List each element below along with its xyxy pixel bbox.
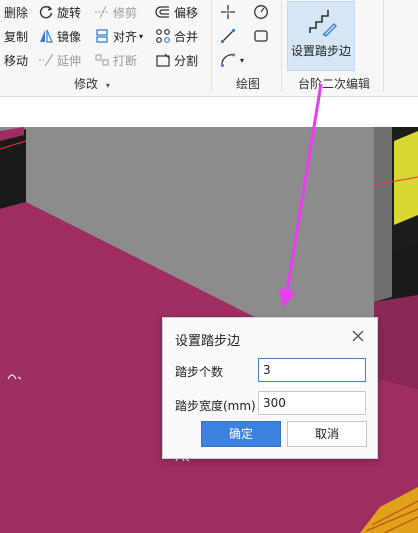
- step-width-input[interactable]: [258, 391, 366, 415]
- step-width-label: 踏步宽度(mm): [175, 399, 256, 413]
- step-count-input[interactable]: [258, 358, 366, 382]
- close-icon[interactable]: [350, 328, 366, 344]
- cancel-button[interactable]: 取消: [287, 421, 367, 447]
- set-step-edge-dialog: 设置踏步边 踏步个数 踏步宽度(mm) 确定 取消: [162, 317, 378, 459]
- ok-button[interactable]: 确定: [201, 421, 281, 447]
- dialog-title: 设置踏步边: [175, 334, 241, 349]
- step-count-label: 踏步个数: [175, 365, 224, 379]
